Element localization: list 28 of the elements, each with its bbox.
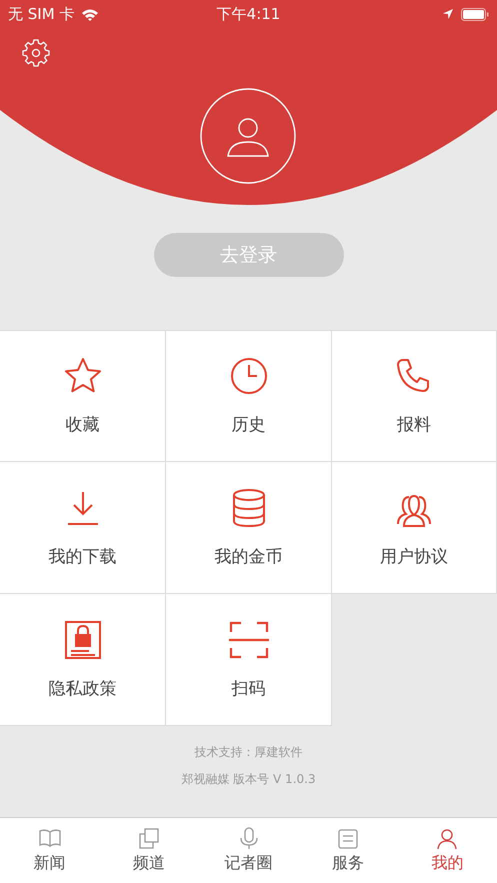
- clock-icon: [228, 356, 268, 396]
- wifi-icon: [81, 8, 100, 20]
- service-icon: [336, 827, 360, 851]
- squares-icon: [137, 827, 162, 851]
- tab[interactable]: 新闻: [0, 818, 100, 883]
- menu-tile[interactable]: 历史: [166, 330, 332, 462]
- menu-tile[interactable]: 隐私政策: [0, 594, 166, 726]
- settings-icon[interactable]: [21, 38, 51, 68]
- menu-tile[interactable]: 用户协议: [332, 462, 497, 594]
- location-icon: [442, 8, 454, 20]
- menu-tile[interactable]: 我的金币: [166, 462, 332, 594]
- tab[interactable]: 服务: [298, 818, 398, 883]
- tab[interactable]: 记者圈: [198, 818, 298, 883]
- menu-tile[interactable]: 收藏: [0, 330, 166, 462]
- menu-tile[interactable]: 扫码: [166, 594, 332, 726]
- footer-text: 郑视融媒 版本号 V 1.0.3: [181, 771, 316, 788]
- tab[interactable]: 我的: [398, 818, 497, 883]
- tab[interactable]: 频道: [99, 818, 199, 883]
- avatar-icon: [200, 88, 296, 184]
- battery-icon: [461, 8, 489, 20]
- scan-icon: [228, 620, 268, 660]
- footer-text: 技术支持：厚建软件: [194, 744, 302, 761]
- menu-tile[interactable]: 我的下载: [0, 462, 166, 594]
- carrier-text: 无 SIM 卡: [8, 4, 74, 24]
- menu-tile[interactable]: 报料: [332, 330, 497, 462]
- lock-document-icon: [62, 620, 102, 660]
- person-icon: [435, 827, 460, 851]
- status-time: 下午4:11: [216, 4, 280, 24]
